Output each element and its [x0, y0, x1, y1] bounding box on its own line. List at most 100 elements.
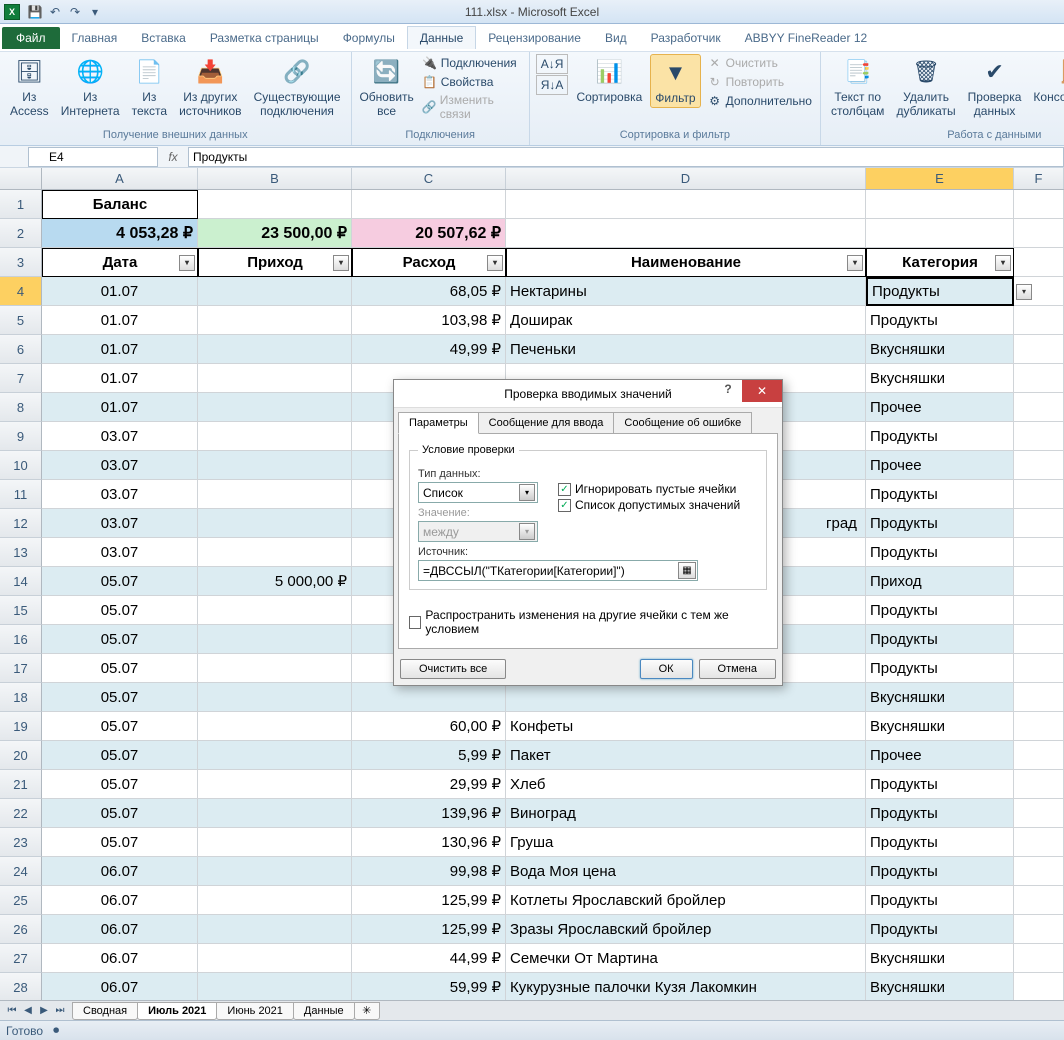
cell[interactable]: Расход▾ — [352, 248, 506, 277]
cell[interactable] — [198, 944, 352, 973]
cell[interactable]: 139,96 ₽ — [352, 799, 506, 828]
cell[interactable]: 5 000,00 ₽ — [198, 567, 352, 596]
cell[interactable] — [198, 683, 352, 712]
row-header[interactable]: 6 — [0, 335, 42, 364]
cell[interactable]: Вода Моя цена — [506, 857, 866, 886]
sort-az-button[interactable]: А↓Я — [536, 54, 569, 74]
cell[interactable] — [198, 393, 352, 422]
refresh-all-button[interactable]: 🔄Обновить все — [358, 54, 416, 120]
edit-links-button[interactable]: 🔗Изменить связи — [420, 92, 523, 122]
sheet-tab[interactable]: Июнь 2021 — [216, 1002, 294, 1020]
cell[interactable] — [866, 190, 1014, 219]
cell[interactable] — [198, 886, 352, 915]
help-icon[interactable]: ? — [718, 382, 738, 396]
cell[interactable]: Продукты — [866, 480, 1014, 509]
cell[interactable] — [1014, 712, 1064, 741]
remove-duplicates-button[interactable]: 🗑Удалить дубликаты — [892, 54, 959, 120]
cell[interactable] — [1014, 741, 1064, 770]
cell[interactable] — [198, 277, 352, 306]
row-header[interactable]: 16 — [0, 625, 42, 654]
menu-tab-ABBYY FineReader 12[interactable]: ABBYY FineReader 12 — [733, 27, 880, 49]
cell[interactable]: 05.07 — [42, 712, 198, 741]
sheet-tab[interactable]: Данные — [293, 1002, 355, 1020]
clear-all-button[interactable]: Очистить все — [400, 659, 506, 679]
cell[interactable]: Нектарины — [506, 277, 866, 306]
row-header[interactable]: 27 — [0, 944, 42, 973]
cell[interactable]: Приход▾ — [198, 248, 352, 277]
cell[interactable]: Продукты — [866, 596, 1014, 625]
in-cell-dropdown-checkbox[interactable]: ✓Список допустимых значений — [558, 498, 740, 512]
cell[interactable]: Печеньки — [506, 335, 866, 364]
cell[interactable] — [1014, 886, 1064, 915]
formula-bar[interactable]: Продукты — [188, 147, 1064, 167]
cell[interactable] — [1014, 567, 1064, 596]
cell[interactable]: Хлеб — [506, 770, 866, 799]
cell[interactable] — [1014, 973, 1064, 1002]
cell[interactable] — [1014, 306, 1064, 335]
from-other-button[interactable]: 📥Из других источников — [175, 54, 246, 120]
cell[interactable] — [506, 219, 866, 248]
cell[interactable]: Вкусняшки — [866, 712, 1014, 741]
cell[interactable]: Кукурузные палочки Кузя Лакомкин — [506, 973, 866, 1002]
filter-dropdown-icon[interactable]: ▾ — [995, 255, 1011, 271]
save-icon[interactable]: 💾 — [26, 3, 44, 21]
cell[interactable]: Продукты▾ — [866, 277, 1014, 306]
column-header-F[interactable]: F — [1014, 168, 1064, 189]
cell[interactable]: 44,99 ₽ — [352, 944, 506, 973]
select-all-corner[interactable] — [0, 168, 42, 189]
row-header[interactable]: 7 — [0, 364, 42, 393]
undo-icon[interactable]: ↶ — [46, 3, 64, 21]
cell[interactable] — [1014, 625, 1064, 654]
cell[interactable]: 05.07 — [42, 596, 198, 625]
fx-icon[interactable]: fx — [158, 150, 188, 164]
cell[interactable]: Вкусняшки — [866, 335, 1014, 364]
cell[interactable]: 60,00 ₽ — [352, 712, 506, 741]
cell[interactable] — [198, 364, 352, 393]
cell[interactable] — [1014, 219, 1064, 248]
cell[interactable]: Продукты — [866, 625, 1014, 654]
cell[interactable]: 05.07 — [42, 741, 198, 770]
filter-dropdown-icon[interactable]: ▾ — [179, 255, 195, 271]
cell[interactable] — [198, 654, 352, 683]
row-header[interactable]: 1 — [0, 190, 42, 219]
cell[interactable]: 49,99 ₽ — [352, 335, 506, 364]
cell[interactable] — [198, 190, 352, 219]
cell[interactable]: Продукты — [866, 915, 1014, 944]
cell[interactable] — [1014, 480, 1064, 509]
cell[interactable] — [198, 915, 352, 944]
row-header[interactable]: 4 — [0, 277, 42, 306]
menu-tab-Вставка[interactable]: Вставка — [129, 27, 198, 49]
cell[interactable]: Категория▾ — [866, 248, 1014, 277]
cell[interactable]: Продукты — [866, 828, 1014, 857]
cell[interactable] — [1014, 799, 1064, 828]
cell[interactable] — [198, 335, 352, 364]
cell[interactable] — [1014, 422, 1064, 451]
row-header[interactable]: 23 — [0, 828, 42, 857]
cell[interactable]: 103,98 ₽ — [352, 306, 506, 335]
cell[interactable] — [1014, 538, 1064, 567]
cell[interactable] — [506, 190, 866, 219]
sheet-tab[interactable]: Сводная — [72, 1002, 138, 1020]
new-sheet-button[interactable]: ✳ — [354, 1002, 380, 1020]
cell[interactable]: Продукты — [866, 799, 1014, 828]
cell[interactable] — [198, 509, 352, 538]
column-header-A[interactable]: A — [42, 168, 198, 189]
cell[interactable]: 4 053,28 ₽ — [42, 219, 198, 248]
cell[interactable] — [198, 422, 352, 451]
sort-button[interactable]: 📊Сортировка — [572, 54, 646, 106]
cell[interactable] — [198, 538, 352, 567]
from-access-button[interactable]: 🗄Из Access — [6, 54, 53, 120]
reapply-button[interactable]: ↻Повторить — [705, 73, 814, 91]
cell[interactable] — [1014, 335, 1064, 364]
dialog-title-bar[interactable]: Проверка вводимых значений ? ✕ — [394, 380, 782, 408]
cell[interactable] — [1014, 857, 1064, 886]
range-picker-icon[interactable]: ▦ — [678, 562, 696, 579]
ok-button[interactable]: ОК — [640, 659, 693, 679]
cell[interactable]: 5,99 ₽ — [352, 741, 506, 770]
tab-input-message[interactable]: Сообщение для ввода — [478, 412, 615, 434]
cell[interactable] — [1014, 944, 1064, 973]
cell[interactable]: Пакет — [506, 741, 866, 770]
connections-button[interactable]: 🔌Подключения — [420, 54, 523, 72]
row-header[interactable]: 17 — [0, 654, 42, 683]
menu-tab-Разметка страницы[interactable]: Разметка страницы — [198, 27, 331, 49]
